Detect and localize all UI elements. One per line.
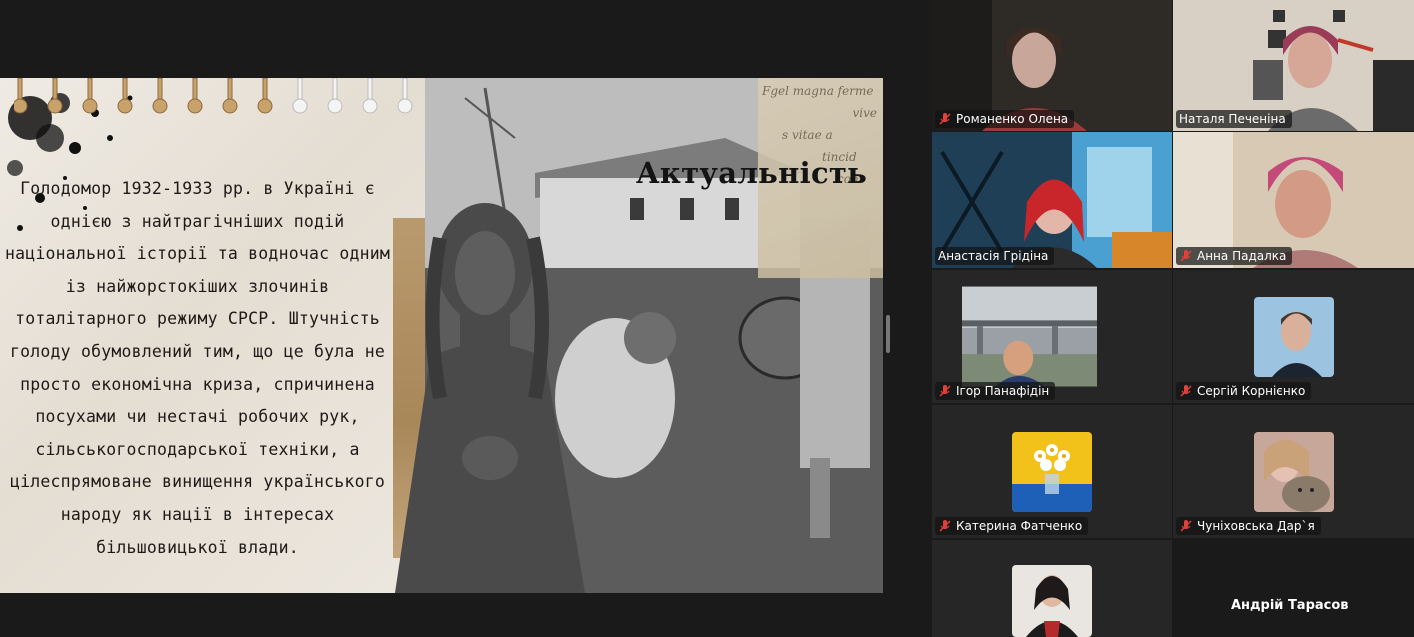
participant-avatar — [1012, 565, 1092, 637]
shared-screen: Голодомор 1932-1933 рр. в Україні є одні… — [0, 0, 920, 637]
participant-name-tag: Анна Падалка — [1176, 247, 1293, 265]
participant-tile[interactable]: Анна Падалка — [1173, 132, 1414, 268]
participant-tile[interactable]: Ігор Панафідін — [932, 270, 1172, 403]
participant-tile[interactable]: Чуніховська Дар`я — [1173, 405, 1414, 538]
participant-name: Чуніховська Дар`я — [1197, 519, 1315, 533]
participant-name-tag: Катерина Фатченко — [935, 517, 1089, 535]
slide-title: Актуальність — [636, 156, 868, 190]
participant-tile-active-speaker[interactable]: Анастасія Грідіна — [932, 132, 1172, 268]
binder-rings-decoration — [14, 78, 413, 114]
participant-name-tag: Чуніховська Дар`я — [1176, 517, 1321, 535]
participant-tile[interactable] — [932, 540, 1172, 637]
slide-text-panel: Голодомор 1932-1933 рр. в Україні є одні… — [0, 78, 425, 593]
participant-tile[interactable]: Наталя Печеніна — [1173, 0, 1414, 131]
participant-name-tag: Наталя Печеніна — [1176, 110, 1292, 128]
mic-muted-icon — [1180, 520, 1192, 532]
participant-name-tag: Анастасія Грідіна — [935, 247, 1055, 265]
participant-tile[interactable]: Сергій Корнієнко — [1173, 270, 1414, 403]
participant-name-tag: Романенко Олена — [935, 110, 1075, 128]
participant-name-tag: Сергій Корнієнко — [1176, 382, 1312, 400]
participant-avatar — [1253, 296, 1334, 377]
mic-muted-icon — [939, 113, 951, 125]
participant-tile[interactable]: Романенко Олена — [932, 0, 1172, 131]
mic-muted-icon — [939, 520, 951, 532]
statue-girl-figure — [395, 203, 585, 593]
participant-name-tag: Ігор Панафідін — [935, 382, 1056, 400]
mic-muted-icon — [1180, 250, 1192, 262]
panel-resize-handle[interactable] — [886, 315, 890, 353]
participant-name: Катерина Фатченко — [956, 519, 1083, 533]
participant-name: Анна Падалка — [1197, 249, 1287, 263]
mic-muted-icon — [1180, 385, 1192, 397]
presentation-slide: Голодомор 1932-1933 рр. в Україні є одні… — [0, 78, 883, 593]
participant-tile[interactable]: Андрій Тарасов — [1173, 540, 1414, 637]
participant-name: Наталя Печеніна — [1179, 112, 1286, 126]
slide-body-text: Голодомор 1932-1933 рр. в Україні є одні… — [4, 179, 391, 557]
participant-name: Романенко Олена — [956, 112, 1069, 126]
participant-tile[interactable]: Катерина Фатченко — [932, 405, 1172, 538]
participant-name: Сергій Корнієнко — [1197, 384, 1306, 398]
participant-name: Андрій Тарасов — [1231, 598, 1349, 613]
participant-avatar — [1012, 431, 1092, 512]
participant-name: Анастасія Грідіна — [938, 249, 1049, 263]
participant-avatar — [1253, 431, 1334, 512]
mic-muted-icon — [939, 385, 951, 397]
participant-name: Ігор Панафідін — [956, 384, 1050, 398]
